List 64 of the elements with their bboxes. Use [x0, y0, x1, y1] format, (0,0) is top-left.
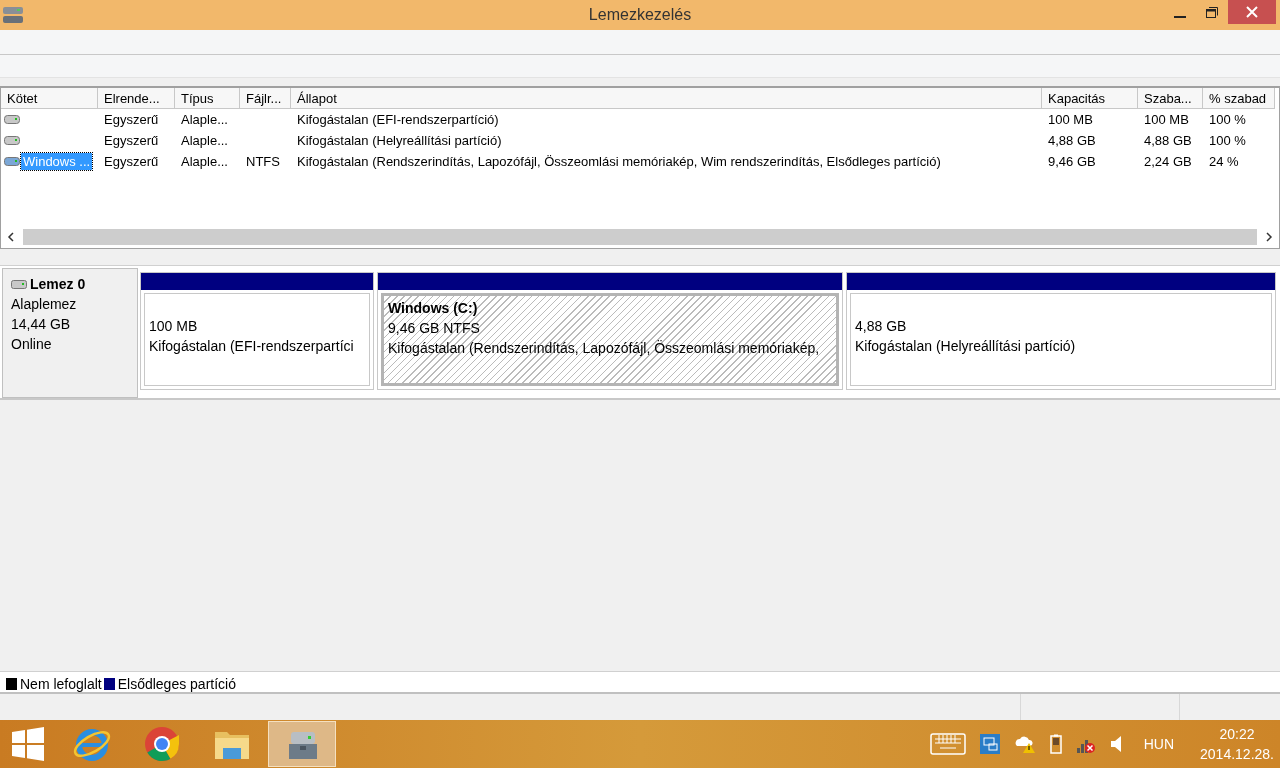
- table-cell: Kifogástalan (EFI-rendszerpartíció): [297, 112, 499, 127]
- column-header[interactable]: Típus: [175, 88, 240, 109]
- table-cell: 4,88 GB: [1144, 133, 1192, 148]
- table-cell: Alaple...: [181, 133, 228, 148]
- disk-drive-icon: [4, 136, 20, 145]
- column-header[interactable]: Állapot: [291, 88, 1042, 109]
- table-cell: NTFS: [246, 154, 280, 169]
- partition-status: Kifogástalan (Rendszerindítás, Lapozófájl, Összeomlási memóriakép,: [388, 339, 821, 358]
- disk-drive-icon: [4, 115, 20, 124]
- column-header[interactable]: % szabad: [1203, 88, 1275, 109]
- table-cell: 4,88 GB: [1048, 133, 1096, 148]
- table-cell: 100 MB: [1144, 112, 1189, 127]
- restore-icon[interactable]: [1205, 5, 1219, 19]
- table-cell: 100 %: [1209, 133, 1246, 148]
- table-cell: 2,24 GB: [1144, 154, 1192, 169]
- column-header[interactable]: Kapacitás: [1042, 88, 1138, 109]
- window-title: Lemezkezelés: [587, 6, 693, 24]
- table-row[interactable]: Windows ... Egyszerű Alaple... NTFS Kifogástalan (Rendszerindítás, Lapozófájl, Összeomlási memóriakép, Wim rendszerindítás, Elsődleges partíció) 9,46 GB 2,24 GB 24 %: [1, 151, 1279, 172]
- table-cell: Kifogástalan (Rendszerindítás, Lapozófájl, Összeomlási memóriakép, Wim rendszerindítás, Elsődleges partíció): [297, 154, 941, 169]
- speaker-icon[interactable]: [1109, 734, 1122, 754]
- disk-drive-icon: [2, 5, 24, 25]
- disk-name: Lemez 0: [30, 275, 86, 293]
- disk-type: Alaplemez: [11, 295, 78, 313]
- partition-size: 100 MB: [149, 317, 199, 336]
- disk-drive-icon: [11, 279, 27, 289]
- monitor-app-icon[interactable]: [979, 734, 1000, 754]
- battery-icon[interactable]: [1049, 734, 1062, 754]
- partition-status: Kifogástalan (Helyreállítási partíció): [855, 337, 1077, 356]
- table-cell: Egyszerű: [104, 133, 159, 148]
- column-header[interactable]: Szaba...: [1138, 88, 1203, 109]
- table-cell: Egyszerű: [104, 154, 159, 169]
- table-cell: 9,46 GB: [1048, 154, 1096, 169]
- partition-status: Kifogástalan (EFI-rendszerpartíci: [149, 337, 355, 356]
- table-cell: Alaple...: [181, 154, 228, 169]
- column-header[interactable]: Fájlr...: [240, 88, 291, 109]
- scroll-right-icon[interactable]: [1265, 232, 1273, 242]
- partition-block[interactable]: 4,88 GB Kifogástalan (Helyreállítási partíció): [846, 272, 1276, 390]
- cloud-warning-icon[interactable]: [1013, 734, 1036, 754]
- partition-block[interactable]: Windows (C:) 9,46 GB NTFS Kifogástalan (Rendszerindítás, Lapozófájl, Összeomlási memóriakép,: [377, 272, 843, 390]
- close-icon[interactable]: [1246, 6, 1258, 18]
- table-cell: Alaple...: [181, 112, 228, 127]
- scroll-left-icon[interactable]: [7, 232, 15, 242]
- disk-toolbox-icon[interactable]: [268, 721, 336, 767]
- partition-label: Windows (C:): [388, 299, 479, 318]
- partition-size: 4,88 GB: [855, 317, 908, 336]
- table-row[interactable]: Egyszerű Alaple... Kifogástalan (Helyreállítási partíció) 4,88 GB 4,88 GB 100 %: [1, 130, 1279, 151]
- column-header[interactable]: Kötet: [1, 88, 98, 109]
- legend-label: Elsődleges partíció: [117, 676, 236, 692]
- disk-drive-icon: [4, 157, 20, 166]
- disk-state: Online: [11, 335, 53, 353]
- partition-block[interactable]: 100 MB Kifogástalan (EFI-rendszerpartíci: [140, 272, 374, 390]
- table-row[interactable]: Egyszerű Alaple... Kifogástalan (EFI-rendszerpartíció) 100 MB 100 MB 100 %: [1, 109, 1279, 130]
- table-cell: 24 %: [1209, 154, 1239, 169]
- disk-info-panel[interactable]: Lemez 0 Alaplemez 14,44 GB Online: [2, 268, 138, 398]
- disk-size: 14,44 GB: [11, 315, 72, 333]
- table-cell: 100 %: [1209, 112, 1246, 127]
- table-cell: Egyszerű: [104, 112, 159, 127]
- keyboard-icon[interactable]: [929, 733, 966, 755]
- column-header[interactable]: Elrende...: [98, 88, 175, 109]
- legend-label: Nem lefoglalt: [20, 676, 102, 692]
- table-cell: Kifogástalan (Helyreállítási partíció): [297, 133, 502, 148]
- close-button[interactable]: [1228, 0, 1276, 24]
- partition-size: 9,46 GB NTFS: [388, 319, 481, 338]
- table-cell: 100 MB: [1048, 112, 1093, 127]
